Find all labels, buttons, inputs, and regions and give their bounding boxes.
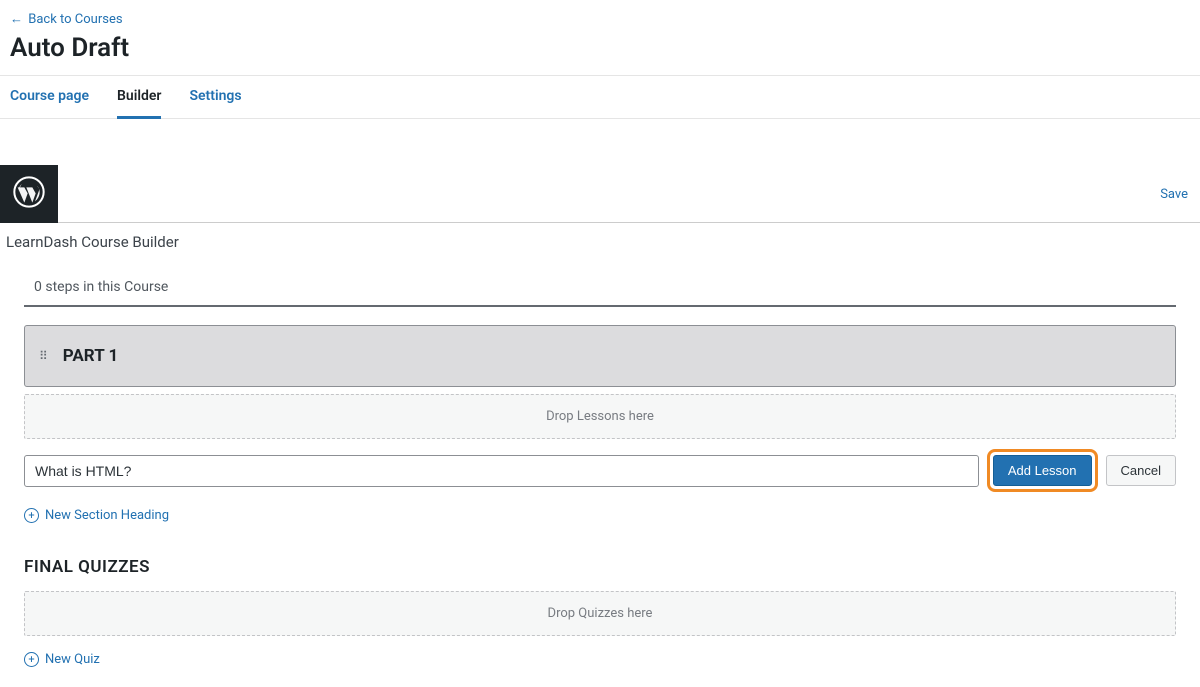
- wordpress-icon: [13, 176, 45, 212]
- drop-lessons-zone[interactable]: Drop Lessons here: [24, 394, 1176, 439]
- back-to-courses-link[interactable]: ← Back to Courses: [10, 12, 123, 27]
- plus-circle-icon: +: [24, 652, 39, 667]
- section-header[interactable]: ⠿ PART 1: [24, 325, 1176, 387]
- plus-circle-icon: +: [24, 508, 39, 523]
- lesson-title-input[interactable]: [24, 455, 979, 487]
- page-title: Auto Draft: [10, 33, 1190, 63]
- final-quizzes-heading: FINAL QUIZZES: [24, 557, 1176, 577]
- drop-quizzes-zone[interactable]: Drop Quizzes here: [24, 591, 1176, 636]
- add-lesson-highlight: Add Lesson: [987, 449, 1098, 492]
- new-quiz-label: New Quiz: [45, 652, 100, 667]
- builder-panel-title: LearnDash Course Builder: [0, 223, 1200, 261]
- section-title: PART 1: [63, 346, 118, 366]
- wordpress-logo-button[interactable]: [0, 165, 58, 223]
- tab-builder[interactable]: Builder: [117, 76, 161, 119]
- editor-top-bar: Save: [0, 165, 1200, 223]
- save-link[interactable]: Save: [1160, 187, 1188, 202]
- tab-settings[interactable]: Settings: [189, 76, 241, 118]
- cancel-button[interactable]: Cancel: [1106, 455, 1176, 486]
- tabs-nav: Course page Builder Settings: [0, 76, 1200, 119]
- tab-course-page[interactable]: Course page: [10, 76, 89, 118]
- drop-lessons-label: Drop Lessons here: [546, 409, 654, 424]
- new-section-heading-link[interactable]: + New Section Heading: [24, 508, 1176, 523]
- drag-handle-icon[interactable]: ⠿: [39, 354, 49, 359]
- steps-count: 0 steps in this Course: [24, 261, 1176, 307]
- add-lesson-button[interactable]: Add Lesson: [993, 455, 1092, 486]
- back-arrow-icon: ←: [10, 12, 23, 27]
- drop-quizzes-label: Drop Quizzes here: [548, 606, 653, 621]
- back-link-label: Back to Courses: [28, 12, 122, 27]
- new-section-label: New Section Heading: [45, 508, 169, 523]
- new-quiz-link[interactable]: + New Quiz: [24, 652, 1176, 667]
